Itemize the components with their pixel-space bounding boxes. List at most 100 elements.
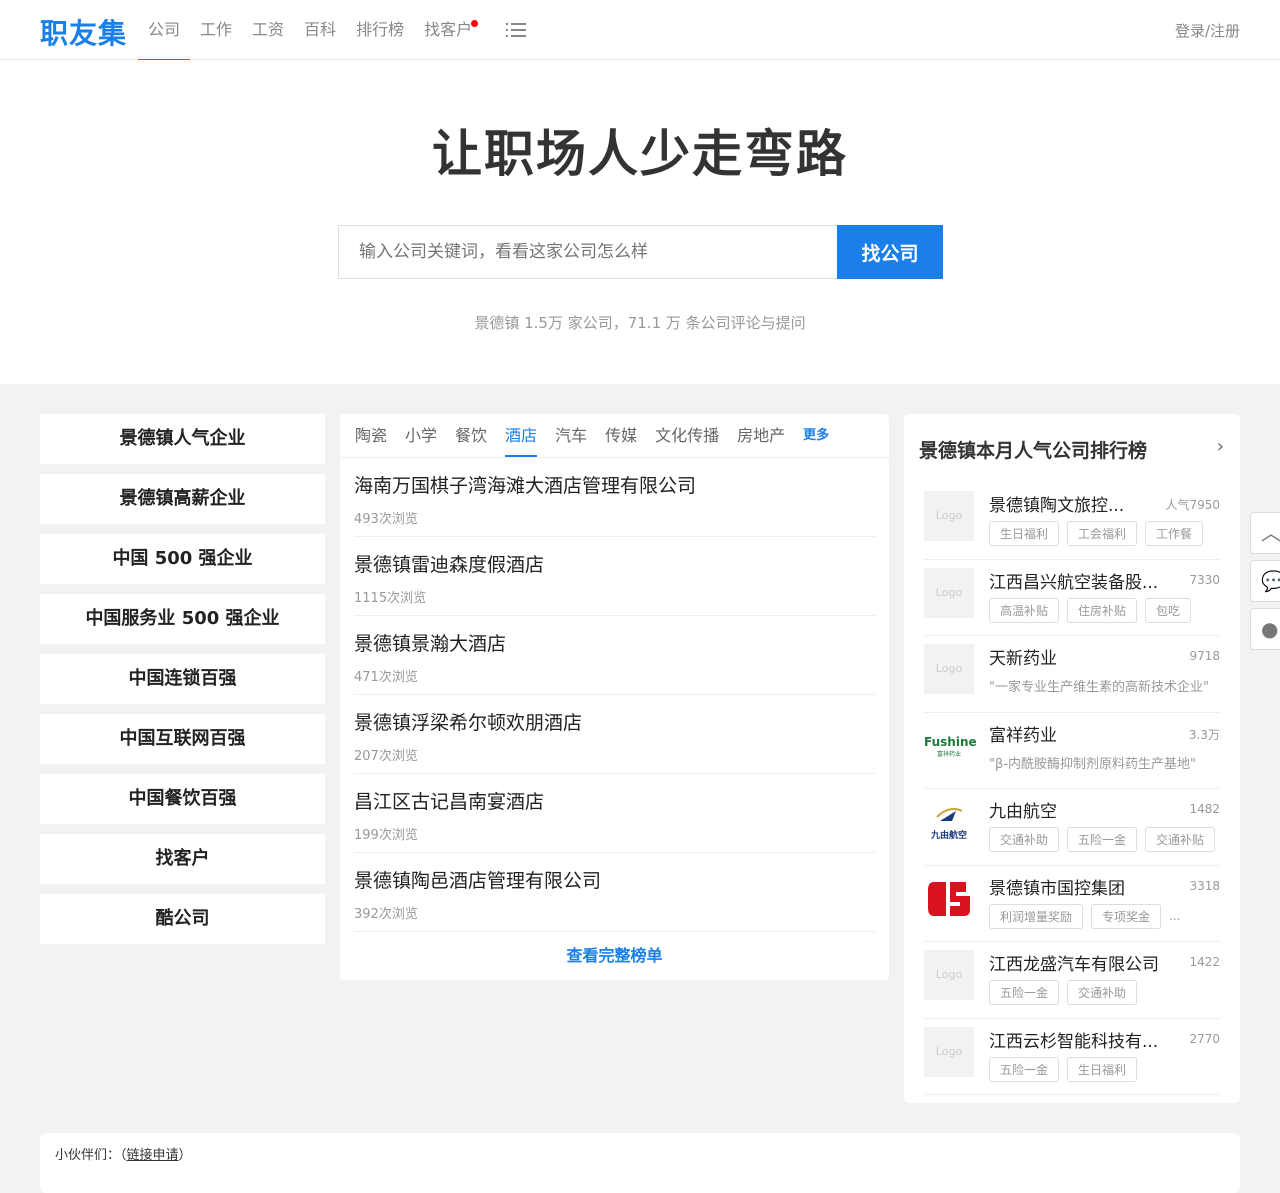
back-to-top-button[interactable]: ︿ [1250, 512, 1280, 554]
chevron-right-icon[interactable]: › [1217, 436, 1224, 457]
benefit-tag: 住房补贴 [1067, 598, 1137, 623]
category-item[interactable]: 景德镇人气企业 [40, 414, 325, 464]
main-nav: 公司 工作 工资 百科 排行榜 找客户 [138, 0, 482, 60]
tab-catering[interactable]: 餐饮 [446, 414, 496, 457]
tab-hotel[interactable]: 酒店 [496, 414, 546, 457]
hero-section: 让职场人少走弯路 找公司 景德镇 1.5万 家公司，71.1 万 条公司评论与提… [0, 60, 1280, 384]
ranking-item[interactable]: Logo江西云杉智能科技有...2770五险一金生日福利 [924, 1019, 1220, 1096]
company-logo: 九由航空 [924, 797, 974, 847]
company-name[interactable]: 九由航空 [989, 797, 1057, 822]
category-item[interactable]: 中国连锁百强 [40, 654, 325, 704]
popularity-count: 1422 [1189, 955, 1220, 969]
category-item[interactable]: 酷公司 [40, 894, 325, 944]
tab-primary-school[interactable]: 小学 [396, 414, 446, 457]
category-item[interactable]: 中国互联网百强 [40, 714, 325, 764]
company-logo-placeholder: Logo [924, 950, 974, 1000]
category-item[interactable]: 找客户 [40, 834, 325, 884]
company-search: 找公司 [338, 225, 943, 279]
nav-ranking[interactable]: 排行榜 [346, 0, 414, 60]
category-item[interactable]: 中国餐饮百强 [40, 774, 325, 824]
tab-ceramics[interactable]: 陶瓷 [346, 414, 396, 457]
popularity-count: 3318 [1189, 879, 1220, 893]
popularity-count: 7330 [1189, 573, 1220, 587]
category-item[interactable]: 景德镇高薪企业 [40, 474, 325, 524]
logo-text: Fushine [924, 735, 974, 749]
benefit-tag: 高温补贴 [989, 598, 1059, 623]
nav-jobs[interactable]: 工作 [190, 0, 242, 60]
company-list-item[interactable]: 景德镇景瀚大酒店471次浏览 [354, 616, 875, 695]
benefit-tag: 交通补助 [1067, 980, 1137, 1005]
site-logo[interactable]: 职友集 [40, 12, 127, 52]
search-input[interactable] [338, 225, 837, 279]
view-count: 199次浏览 [354, 824, 875, 843]
chat-bubble-icon: 💬 [1261, 569, 1280, 593]
view-count: 1115次浏览 [354, 587, 875, 606]
tab-media[interactable]: 传媒 [596, 414, 646, 457]
company-list-item[interactable]: 海南万国棋子湾海滩大酒店管理有限公司 493次浏览 [354, 458, 875, 537]
company-name[interactable]: 昌江区古记昌南宴酒店 [354, 787, 875, 814]
search-button[interactable]: 找公司 [837, 225, 943, 279]
benefit-tag: 五险一金 [989, 980, 1059, 1005]
view-count: 493次浏览 [354, 508, 875, 527]
tab-more[interactable]: 更多 [794, 414, 838, 457]
more-tags: ... [1169, 909, 1180, 923]
ranking-item[interactable]: Logo 江西龙盛汽车有限公司 1422 五险一金交通补助 [924, 942, 1220, 1019]
link-apply[interactable]: 链接申请 [127, 1148, 179, 1163]
benefit-tags: 五险一金交通补助 [989, 980, 1137, 1005]
company-name[interactable]: 富祥药业 [989, 721, 1057, 746]
benefit-tag: 包吃 [1145, 598, 1191, 623]
company-name[interactable]: 景德镇浮梁希尔顿欢朋酒店 [354, 708, 875, 735]
category-item[interactable]: 中国 500 强企业 [40, 534, 325, 584]
view-count: 392次浏览 [354, 903, 875, 922]
company-list-item[interactable]: 景德镇雷迪森度假酒店 1115次浏览 [354, 537, 875, 616]
qq-button[interactable]: ● [1250, 608, 1280, 650]
ranking-item[interactable]: Logo景德镇陶文旅控...人气7950生日福利工会福利工作餐 [924, 483, 1220, 560]
feedback-button[interactable]: 💬 [1250, 560, 1280, 602]
company-list-item[interactable]: 景德镇陶邑酒店管理有限公司 392次浏览 [354, 853, 875, 932]
popularity-count: 2770 [1189, 1032, 1220, 1046]
nav-wiki[interactable]: 百科 [294, 0, 346, 60]
company-name[interactable]: 景德镇陶邑酒店管理有限公司 [354, 866, 875, 893]
company-name[interactable]: 天新药业 [989, 644, 1057, 669]
company-logo-placeholder: Logo [924, 491, 974, 541]
company-name[interactable]: 景德镇市国控集团 [989, 874, 1125, 899]
company-list-item[interactable]: 昌江区古记昌南宴酒店 199次浏览 [354, 774, 875, 853]
nav-company[interactable]: 公司 [138, 0, 190, 60]
paren-close: ） [179, 1148, 192, 1163]
ranking-item[interactable]: Logo天新药业9718"一家专业生产维生素的高新技术企业" [924, 636, 1220, 713]
company-name[interactable]: 景德镇雷迪森度假酒店 [354, 550, 875, 577]
category-item[interactable]: 中国服务业 500 强企业 [40, 594, 325, 644]
company-name[interactable]: 景德镇景瀚大酒店 [354, 629, 875, 656]
top-header: 职友集 公司 工作 工资 百科 排行榜 找客户 登录/注册 [0, 0, 1280, 60]
menu-list-icon[interactable] [506, 22, 526, 38]
nav-find-clients[interactable]: 找客户 [414, 0, 482, 60]
ranking-item[interactable]: Logo江西昌兴航空装备股...7330高温补贴住房补贴包吃 [924, 560, 1220, 637]
tab-culture[interactable]: 文化传播 [646, 414, 728, 457]
nav-salary[interactable]: 工资 [242, 0, 294, 60]
benefit-tags: 五险一金生日福利 [989, 1057, 1137, 1082]
benefit-tag: 工会福利 [1067, 521, 1137, 546]
benefit-tag: 交通补贴 [1145, 827, 1215, 852]
ranking-title: 景德镇本月人气公司排行榜 [919, 436, 1147, 463]
company-name[interactable]: 江西龙盛汽车有限公司 [989, 950, 1159, 975]
company-name[interactable]: 景德镇陶文旅控... [989, 491, 1124, 516]
company-logo-placeholder: Logo [924, 644, 974, 694]
company-name[interactable]: 海南万国棋子湾海滩大酒店管理有限公司 [354, 471, 875, 498]
stats-text: 景德镇 1.5万 家公司，71.1 万 条公司评论与提问 [0, 312, 1280, 333]
company-name[interactable]: 江西昌兴航空装备股... [989, 568, 1158, 593]
full-list-link[interactable]: 查看完整榜单 [340, 942, 889, 966]
tab-real-estate[interactable]: 房地产 [728, 414, 794, 457]
company-list-item[interactable]: 景德镇浮梁希尔顿欢朋酒店207次浏览 [354, 695, 875, 774]
ranking-item[interactable]: 九由航空九由航空1482交通补助五险一金交通补贴 [924, 789, 1220, 866]
ranking-item[interactable]: Fushine富祥药业富祥药业3.3万"β-内酰胺酶抑制剂原料药生产基地" [924, 713, 1220, 790]
popularity-count: 3.3万 [1189, 726, 1220, 743]
ranking-item[interactable]: 景德镇市国控集团 3318 利润增量奖励专项奖金... [924, 866, 1220, 943]
login-register-link[interactable]: 登录/注册 [1175, 20, 1240, 41]
tab-auto[interactable]: 汽车 [546, 414, 596, 457]
hero-title: 让职场人少走弯路 [0, 114, 1280, 186]
company-name[interactable]: 江西云杉智能科技有... [989, 1027, 1158, 1052]
ranking-panel: 景德镇本月人气公司排行榜 › Logo景德镇陶文旅控...人气7950生日福利工… [904, 414, 1240, 1103]
benefit-tags: 利润增量奖励专项奖金... [989, 904, 1180, 929]
company-logo [924, 874, 974, 924]
company-description: "一家专业生产维生素的高新技术企业" [989, 676, 1219, 695]
